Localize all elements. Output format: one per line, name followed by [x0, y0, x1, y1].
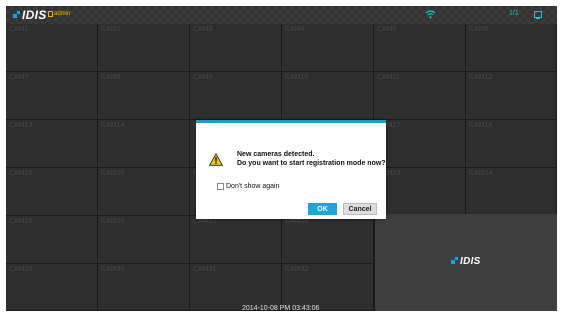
camera-label: CAM3 [193, 26, 213, 33]
camera-tile[interactable]: CAM25 [6, 216, 98, 264]
camera-tile[interactable]: CAM17 [374, 120, 466, 168]
camera-tile[interactable]: CAM27 [190, 216, 282, 264]
lock-icon [48, 11, 53, 17]
page-indicator[interactable]: 1/1 [509, 10, 519, 17]
dialog-message-line1: New cameras detected. [237, 151, 315, 158]
monitor-icon[interactable] [534, 11, 542, 19]
tile-logo-text: IDIS [460, 256, 481, 267]
camera-tile[interactable]: CAM5 [374, 24, 466, 72]
camera-tile[interactable]: CAM4 [282, 24, 374, 72]
dont-show-again-row[interactable]: Don't show again [217, 183, 279, 190]
dialog-message: New cameras detected. Do you want to sta… [237, 150, 386, 168]
camera-label: CAM8 [101, 74, 121, 81]
camera-label: CAM24 [469, 170, 493, 177]
camera-label: CAM19 [9, 170, 33, 177]
camera-tile[interactable]: CAM7 [6, 72, 98, 120]
camera-label: CAM13 [9, 122, 33, 129]
camera-tile[interactable]: CAM1 [6, 24, 98, 72]
logo-mark-icon [451, 257, 460, 267]
camera-label: CAM1 [9, 26, 29, 33]
camera-label: CAM25 [9, 218, 33, 225]
camera-label: CAM30 [101, 266, 125, 273]
nvr-screen: IDIS admin 1/1 CAM1 CAM2 CAM3 CAM4 CAM5 CAM6 C… [6, 6, 557, 311]
camera-tile[interactable]: CAM18 [466, 120, 557, 168]
camera-tile[interactable]: CAM14 [98, 120, 190, 168]
wifi-icon[interactable] [425, 9, 436, 19]
user-indicator[interactable]: admin [48, 11, 70, 17]
camera-label: CAM4 [285, 26, 305, 33]
camera-tile[interactable]: CAM11 [374, 72, 466, 120]
camera-label: CAM5 [377, 26, 397, 33]
camera-label: CAM20 [101, 170, 125, 177]
idis-logo: IDIS [13, 9, 47, 21]
camera-label: CAM14 [101, 122, 125, 129]
camera-label: CAM29 [9, 266, 33, 273]
top-bar: IDIS admin 1/1 [6, 6, 557, 24]
camera-tile[interactable]: CAM13 [6, 120, 98, 168]
camera-label: CAM32 [285, 266, 309, 273]
camera-tile[interactable]: CAM24 [466, 168, 557, 216]
camera-tile[interactable]: CAM6 [466, 24, 557, 72]
camera-tile[interactable]: CAM26 [98, 216, 190, 264]
camera-tile[interactable]: CAM12 [466, 72, 557, 120]
camera-tile[interactable]: CAM2 [98, 24, 190, 72]
camera-label: CAM31 [193, 266, 217, 273]
camera-label: CAM27 [193, 218, 217, 225]
new-camera-dialog: New cameras detected. Do you want to sta… [196, 120, 386, 219]
ok-button[interactable]: OK [308, 203, 337, 215]
camera-label: CAM28 [285, 218, 309, 225]
camera-label: CAM2 [101, 26, 121, 33]
camera-label: CAM10 [285, 74, 309, 81]
camera-label: CAM12 [469, 74, 493, 81]
dialog-message-line2: Do you want to start registration mode n… [237, 160, 386, 167]
camera-tile[interactable]: CAM9 [190, 72, 282, 120]
camera-tile[interactable]: CAM29 [6, 264, 98, 311]
camera-label: CAM18 [469, 122, 493, 129]
camera-label: CAM9 [193, 74, 213, 81]
user-name: admin [54, 11, 71, 17]
camera-label: CAM26 [101, 218, 125, 225]
camera-label: CAM7 [9, 74, 29, 81]
camera-label: CAM6 [469, 26, 489, 33]
camera-tile[interactable]: CAM20 [98, 168, 190, 216]
camera-tile[interactable]: CAM8 [98, 72, 190, 120]
camera-tile[interactable]: CAM31 [190, 264, 282, 311]
warning-icon [209, 153, 223, 166]
camera-tile[interactable]: CAM32 [282, 264, 374, 311]
logo-tile: IDIS [374, 214, 557, 311]
tile-idis-logo: IDIS [451, 257, 481, 267]
camera-tile[interactable]: CAM30 [98, 264, 190, 311]
logo-mark-icon [13, 11, 22, 21]
cancel-button[interactable]: Cancel [343, 203, 377, 215]
logo-text: IDIS [22, 8, 47, 22]
camera-tile[interactable]: CAM19 [6, 168, 98, 216]
dont-show-again-label: Don't show again [226, 183, 280, 190]
camera-tile[interactable]: CAM10 [282, 72, 374, 120]
camera-tile[interactable]: CAM28 [282, 216, 374, 264]
dont-show-again-checkbox[interactable] [217, 183, 224, 190]
timestamp: 2014-10-08 PM 03:43:06 [242, 305, 320, 312]
camera-tile[interactable]: CAM23 [374, 168, 466, 216]
camera-tile[interactable]: CAM3 [190, 24, 282, 72]
camera-label: CAM11 [377, 74, 400, 81]
